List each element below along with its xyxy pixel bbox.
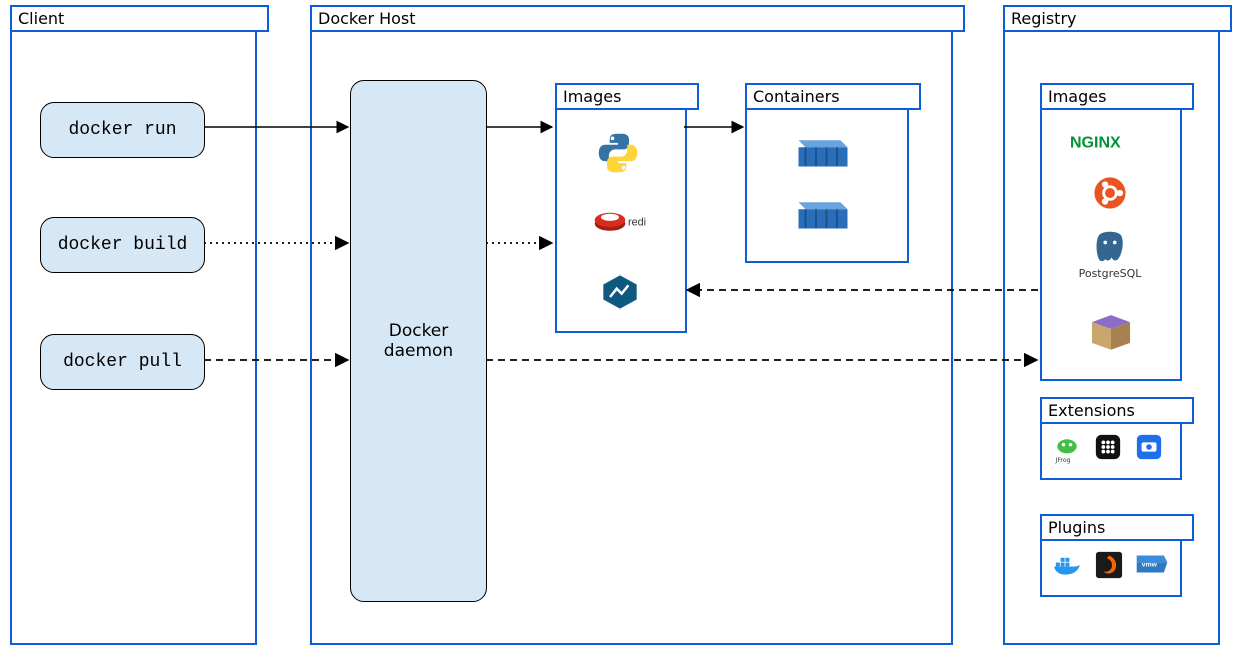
nginx-icon: NGINX [1070,130,1150,154]
host-containers-title: Containers [745,83,921,110]
svg-text:redis: redis [628,216,646,228]
vmw-icon: vmw [1134,550,1170,578]
jfrog-icon: JFrog [1050,432,1084,466]
docker-daemon: Docker daemon [350,80,487,602]
docker-icon [1050,550,1084,580]
host-panel-title: Docker Host [310,5,965,32]
ubuntu-icon [1092,175,1128,211]
docker-run-label: docker run [68,120,176,140]
python-icon [595,130,641,176]
lens-icon [1134,432,1164,462]
docker-daemon-label: Docker daemon [384,321,453,361]
docker-run-cmd: docker run [40,102,205,158]
client-panel-title: Client [10,5,269,32]
registry-panel-title: Registry [1003,5,1232,32]
registry-images-title: Images [1040,83,1194,110]
portainer-icon [1093,432,1123,462]
svg-text:JFrog: JFrog [1055,457,1071,464]
container-icon [795,190,851,232]
container-icon [795,128,851,170]
postgresql-label: PostgreSQL [1079,267,1142,280]
redis-icon: redis [592,198,646,242]
docker-build-label: docker build [58,235,188,255]
docker-pull-cmd: docker pull [40,334,205,390]
docker-pull-label: docker pull [63,352,182,372]
svg-text:vmw: vmw [1142,562,1158,569]
box-icon [1084,305,1138,353]
svg-text:NGINX: NGINX [1070,134,1121,151]
docker-build-cmd: docker build [40,217,205,273]
grafana-icon [1094,550,1124,580]
postgresql-icon: PostgreSQL [1090,228,1130,280]
registry-plugins-title: Plugins [1040,514,1194,541]
registry-extensions-title: Extensions [1040,397,1194,424]
host-images-title: Images [555,83,699,110]
alpine-icon [598,270,642,314]
